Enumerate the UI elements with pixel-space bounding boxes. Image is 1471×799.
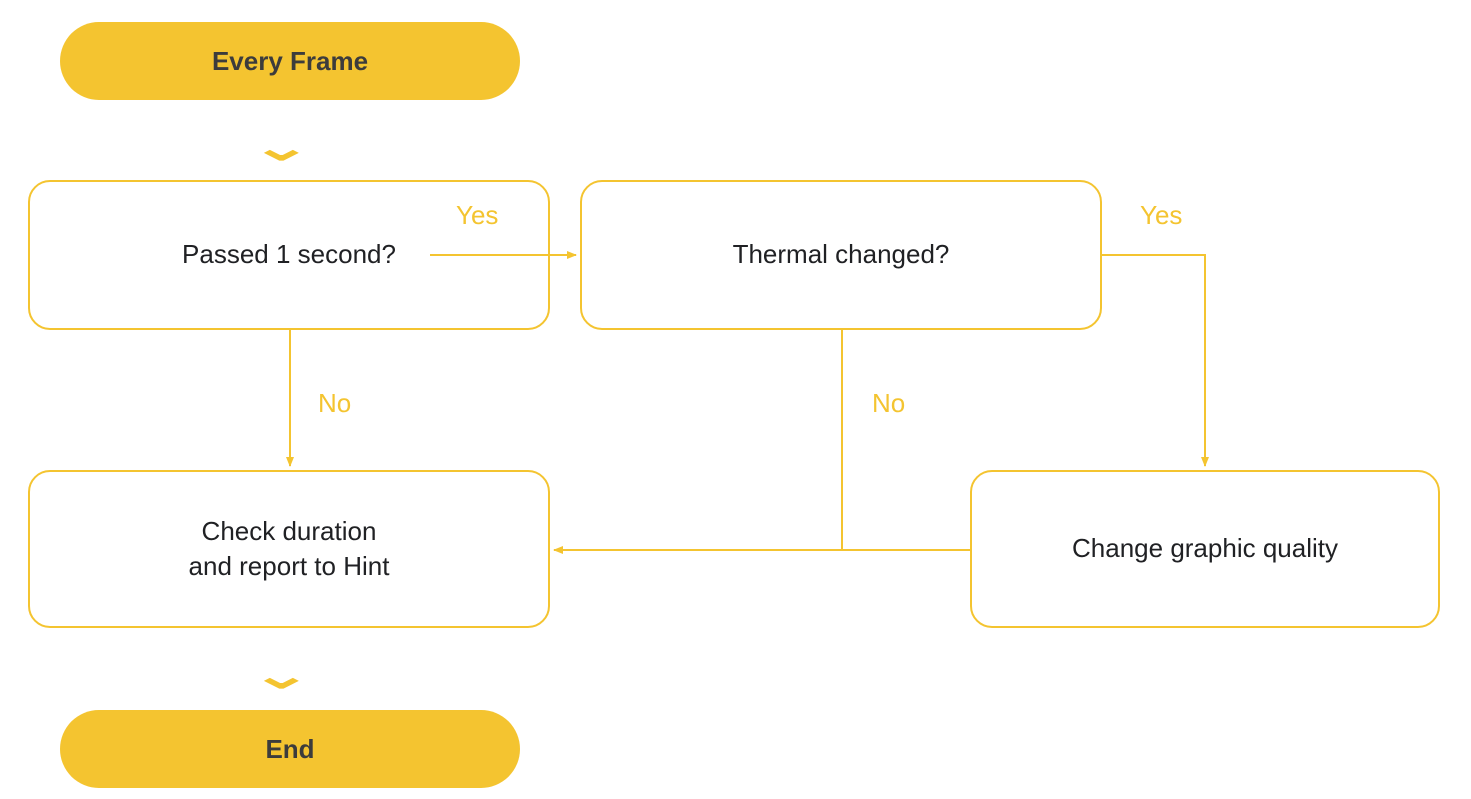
terminal-start-label: Every Frame	[212, 46, 368, 77]
decision-thermal-changed: Thermal changed?	[580, 180, 1102, 330]
edge-label-d2-no: No	[872, 388, 905, 419]
terminal-end: End	[60, 710, 520, 788]
flowchart-canvas: Every Frame ⌄ Passed 1 second? Thermal c…	[0, 0, 1471, 799]
decision-thermal-changed-label: Thermal changed?	[733, 237, 950, 272]
process-change-graphic-quality-label: Change graphic quality	[1072, 531, 1338, 566]
chevron-down-icon: ⌄	[250, 125, 312, 168]
edge-label-d2-yes: Yes	[1140, 200, 1182, 231]
flowchart-arrows	[0, 0, 1471, 799]
chevron-down-icon: ⌄	[250, 653, 312, 696]
process-change-graphic-quality: Change graphic quality	[970, 470, 1440, 628]
terminal-start: Every Frame	[60, 22, 520, 100]
decision-passed-1-second-label: Passed 1 second?	[182, 237, 396, 272]
edge-label-d1-yes: Yes	[456, 200, 498, 231]
process-check-duration: Check duration and report to Hint	[28, 470, 550, 628]
edge-label-d1-no: No	[318, 388, 351, 419]
terminal-end-label: End	[265, 734, 314, 765]
process-check-duration-label: Check duration and report to Hint	[189, 514, 390, 584]
